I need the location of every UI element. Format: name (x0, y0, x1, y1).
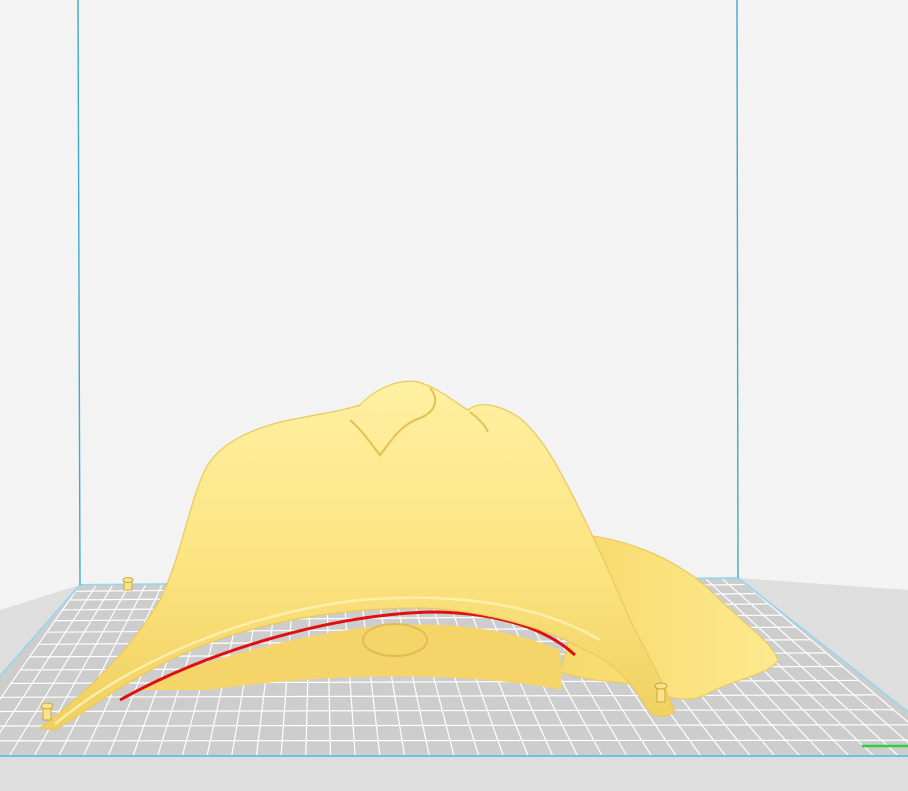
support-peg-cap (40, 702, 54, 710)
build-volume-edge-right (736, 0, 739, 579)
3d-viewport[interactable] (0, 0, 908, 791)
support-peg-cap (122, 577, 134, 583)
support-peg-cap (654, 682, 668, 690)
scene-canvas[interactable] (0, 0, 908, 791)
grid-line (0, 739, 908, 742)
